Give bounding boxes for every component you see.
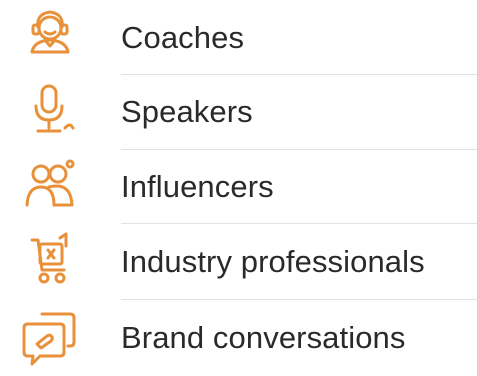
item-label-influencers: Influencers (121, 169, 274, 204)
divider (121, 299, 477, 300)
list-item-industry-professionals[interactable]: Industry professionals (0, 225, 477, 299)
list-item-speakers[interactable]: Speakers (0, 75, 477, 149)
list-item-influencers[interactable]: Influencers (0, 150, 477, 224)
item-label-brand-conversations: Brand conversations (121, 320, 406, 355)
item-label-coaches: Coaches (121, 20, 245, 55)
divider (121, 223, 477, 224)
item-label-industry-professionals: Industry professionals (121, 244, 425, 279)
list-item-coaches[interactable]: Coaches (0, 1, 477, 75)
item-label-speakers: Speakers (121, 94, 253, 129)
people-icon (0, 150, 100, 224)
cart-icon (0, 225, 100, 299)
chat-bubbles-icon (0, 301, 100, 375)
category-list: Coaches Speakers Influencers Industry pr… (0, 0, 477, 376)
list-item-brand-conversations[interactable]: Brand conversations (0, 301, 477, 375)
coach-icon (0, 1, 100, 75)
microphone-icon (0, 75, 100, 149)
